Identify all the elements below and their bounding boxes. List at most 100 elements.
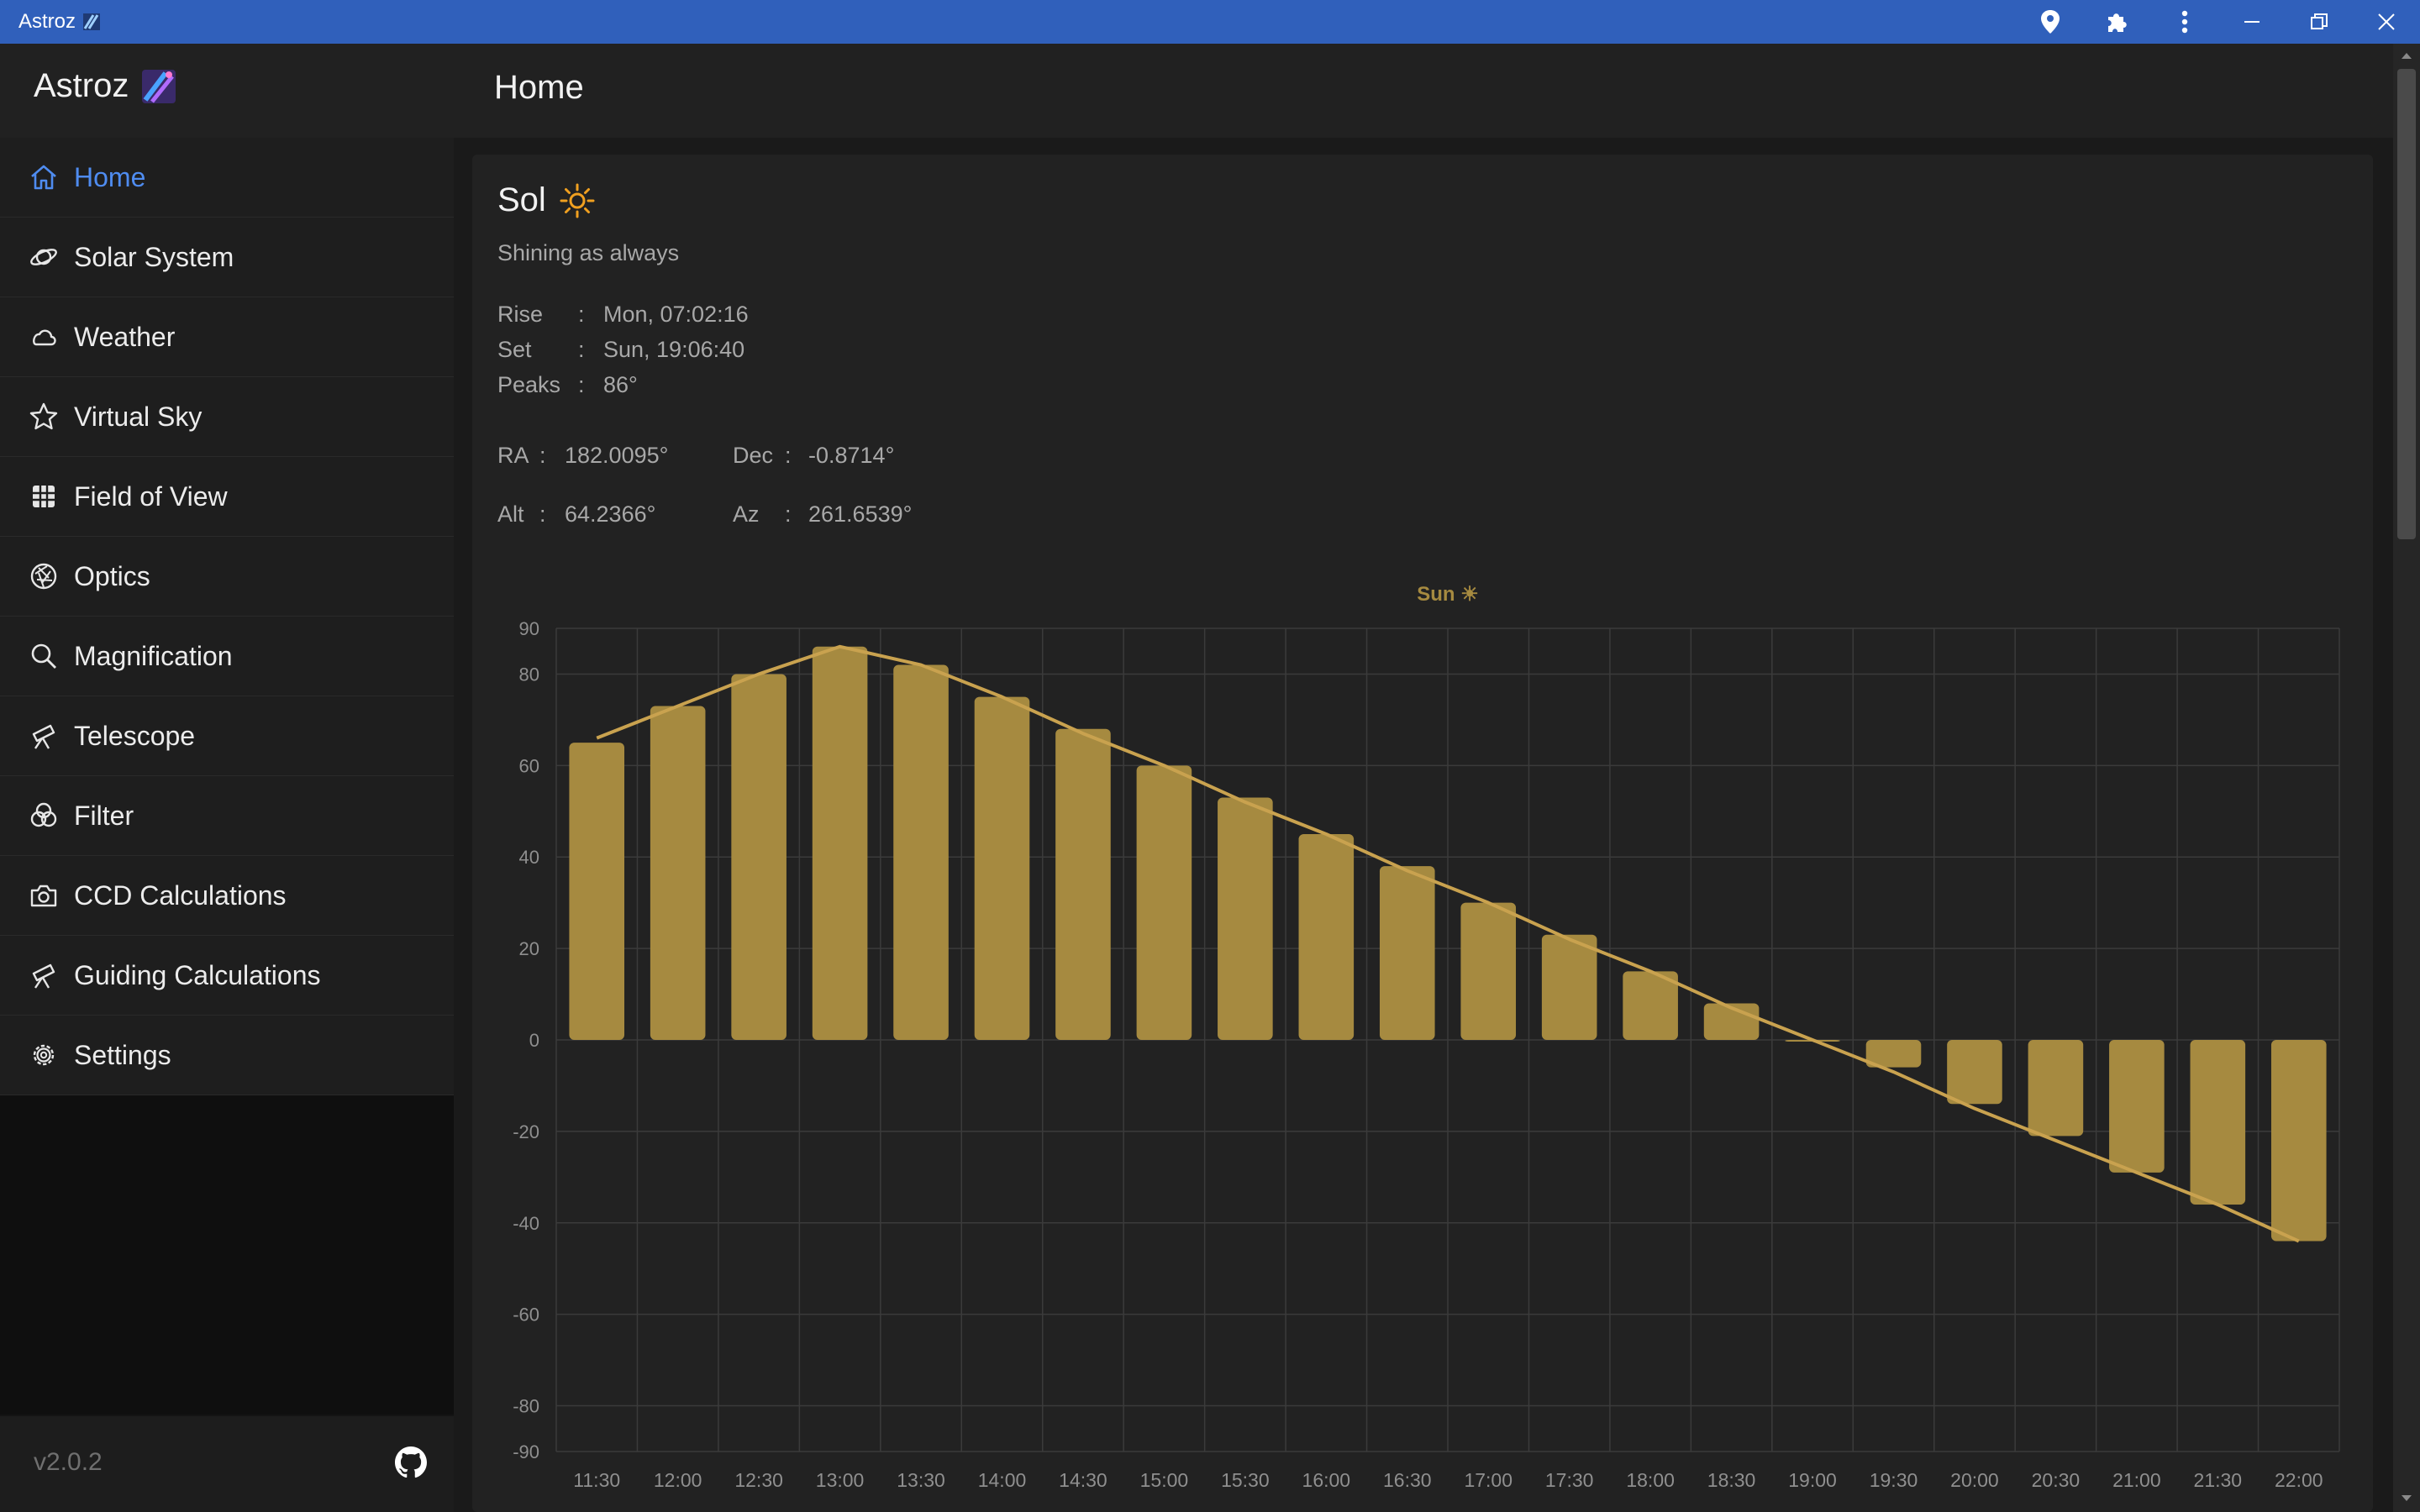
sidebar-item-label: Filter [74,800,134,831]
chart-title: Sun ☀ [1417,583,1479,606]
x-tick-label: 21:00 [2112,1469,2161,1487]
more-menu-button[interactable] [2151,0,2218,44]
x-tick-label: 15:30 [1221,1469,1270,1487]
x-tick-label: 19:30 [1870,1469,1918,1487]
y-tick-label: 20 [519,938,539,959]
location-icon [2041,10,2060,34]
camera-icon [27,879,60,912]
bar [650,706,706,1040]
peaks-label: Peaks [497,372,561,397]
sidebar-item-field-of-view[interactable]: Field of View [0,457,454,537]
sidebar-item-solar-system[interactable]: Solar System [0,218,454,297]
dec-value: -0.8714° [808,443,895,468]
y-tick-label: 60 [519,755,539,776]
separator: : [578,302,585,327]
bar [2190,1040,2246,1205]
window-title: Astroz [18,10,101,34]
cloud-icon [27,320,60,354]
restore-button[interactable] [2286,0,2353,44]
bar [1541,934,1597,1040]
y-tick-label: 40 [519,847,539,868]
gear-icon [27,1038,60,1072]
home-icon [27,160,60,194]
bar [1136,765,1192,1040]
extensions-button[interactable] [2084,0,2151,44]
sidebar-item-virtual-sky[interactable]: Virtual Sky [0,377,454,457]
location-button[interactable] [2017,0,2084,44]
sidebar: Home Solar System Weather Virtual Sky Fi… [0,138,454,1415]
x-tick-label: 13:30 [897,1469,945,1487]
sidebar-item-weather[interactable]: Weather [0,297,454,377]
y-tick-label: 80 [519,664,539,685]
bar [569,743,625,1040]
sidebar-item-label: Field of View [74,480,228,512]
scroll-up-arrow[interactable] [2393,44,2420,67]
sidebar-item-telescope[interactable]: Telescope [0,696,454,776]
x-tick-label: 12:30 [734,1469,783,1487]
separator: : [539,501,546,527]
caret-up-icon [2402,53,2412,59]
x-tick-label: 13:00 [816,1469,865,1487]
x-tick-label: 17:00 [1464,1469,1512,1487]
bar [1460,902,1517,1040]
sidebar-item-label: Solar System [74,241,234,272]
github-link[interactable] [395,1446,427,1483]
sidebar-item-home[interactable]: Home [0,138,454,218]
separator: : [785,501,792,527]
window-titlebar: Astroz [0,0,2420,44]
x-tick-label: 19:00 [1788,1469,1837,1487]
bar [1298,834,1355,1040]
sidebar-item-magnification[interactable]: Magnification [0,617,454,696]
sidebar-item-filter[interactable]: Filter [0,776,454,856]
app-logo-icon [83,13,101,30]
app-header: Astroz Home [0,44,2393,139]
minimize-icon [2244,21,2260,23]
dec-label: Dec [733,443,774,468]
y-tick-label: -80 [513,1396,539,1417]
scroll-down-arrow[interactable] [2393,1487,2420,1510]
x-tick-label: 22:00 [2275,1469,2323,1487]
sidebar-item-settings[interactable]: Settings [0,1016,454,1095]
brand-name: Astroz [34,67,129,104]
sidebar-item-label: CCD Calculations [74,879,287,911]
x-tick-label: 15:00 [1140,1469,1189,1487]
telescope-icon [27,958,60,992]
close-button[interactable] [2353,0,2420,44]
x-tick-label: 20:00 [1950,1469,1999,1487]
separator: : [539,443,546,468]
sidebar-footer: v2.0.2 [0,1416,454,1512]
vertical-scrollbar[interactable] [2393,44,2420,1512]
restore-icon [2311,13,2328,29]
y-tick-label: 90 [519,618,539,639]
peaks-value: 86° [603,372,638,397]
sol-title: Sol [497,181,595,219]
sidebar-item-label: Magnification [74,640,233,671]
telescope-icon [27,719,60,753]
x-tick-label: 14:00 [978,1469,1027,1487]
app-version: v2.0.2 [34,1448,103,1476]
sidebar-item-ccd-calculations[interactable]: CCD Calculations [0,856,454,936]
y-tick-label: -20 [513,1121,539,1142]
brand[interactable]: Astroz [34,67,177,105]
bar [731,674,786,1040]
set-value: Sun, 19:06:40 [603,337,745,362]
scrollbar-thumb[interactable] [2397,69,2416,539]
sidebar-item-guiding-calculations[interactable]: Guiding Calculations [0,936,454,1016]
y-tick-label: 0 [529,1030,539,1051]
star-icon [27,400,60,433]
ra-label: RA [497,443,529,468]
ra-value: 182.0095° [565,443,669,468]
minimize-button[interactable] [2218,0,2286,44]
y-tick-label: -60 [513,1305,539,1326]
planet-icon [27,240,60,274]
sol-subtitle: Shining as always [497,240,680,265]
x-tick-label: 16:30 [1383,1469,1432,1487]
set-row: Set : Sun, 19:06:40 [497,337,744,363]
github-icon [395,1446,427,1478]
rise-label: Rise [497,302,544,327]
sidebar-item-optics[interactable]: Optics [0,537,454,617]
y-tick-label: -90 [513,1441,539,1462]
bar [974,696,1030,1040]
bar [812,646,868,1040]
peaks-row: Peaks : 86° [497,372,638,398]
